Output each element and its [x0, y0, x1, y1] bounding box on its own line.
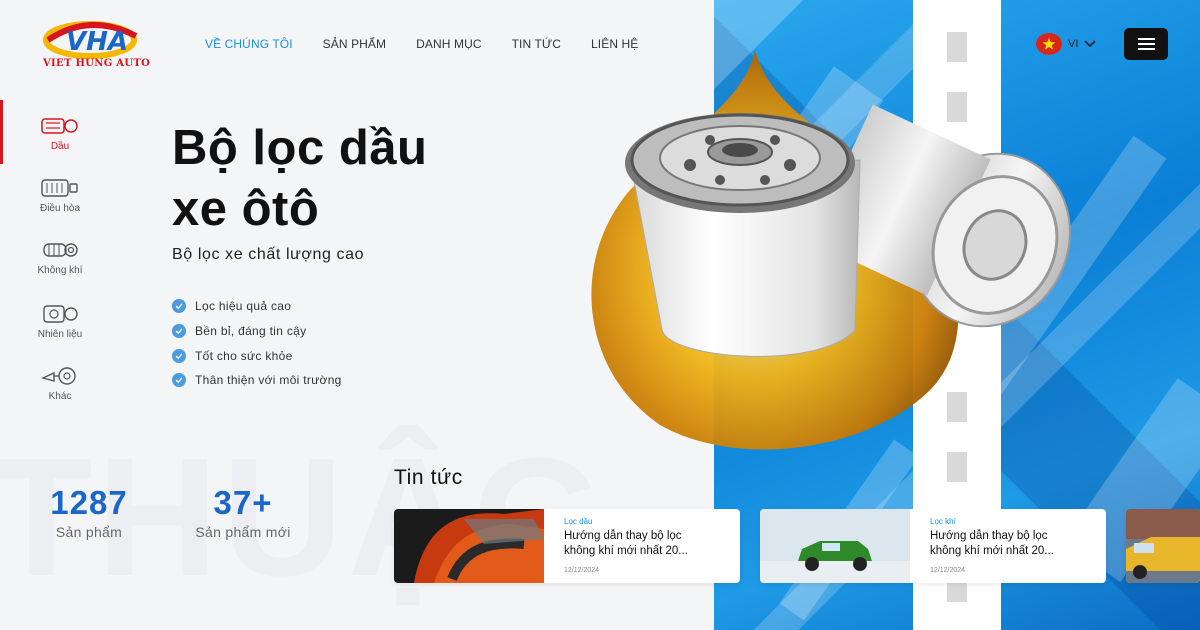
horn-icon: [40, 367, 76, 385]
stat-caption: Sản phẩm: [55, 524, 123, 540]
news-thumbnail: [394, 509, 544, 583]
category-fuel[interactable]: Nhiên liệu: [20, 302, 100, 340]
stat-new-products: 37+ Sản phẩm mới: [186, 484, 300, 540]
stat-caption: Sản phẩm mới: [195, 524, 291, 540]
nav-news[interactable]: TIN TỨC: [512, 37, 561, 51]
category-air[interactable]: Không khí: [20, 238, 100, 276]
hero-title: Bộ lọc dầu xe ôtô: [172, 118, 427, 240]
nav-about[interactable]: VỀ CHÚNG TÔI: [205, 37, 293, 51]
air-filter-icon: [43, 243, 78, 257]
category-active-indicator: [0, 100, 3, 164]
news-card[interactable]: Lọc dầu Hướng dẫn thay bộ lọc không khí …: [394, 509, 740, 583]
stat-products: 1287 Sản phẩm: [38, 484, 140, 540]
hero-title-line: Bộ lọc dầu: [172, 121, 428, 175]
feature-text: Bền bỉ, đáng tin cậy: [195, 324, 307, 339]
category-label: Khác: [48, 391, 72, 402]
nav-categories[interactable]: DANH MỤC: [416, 37, 481, 51]
check-circle-icon: [172, 373, 186, 388]
nav-products[interactable]: SẢN PHẨM: [323, 37, 386, 51]
feature-item: Lọc hiệu quả cao: [172, 294, 342, 319]
category-label: Dầu: [50, 141, 70, 152]
stat-value: 1287: [50, 484, 128, 521]
category-air-conditioning[interactable]: Điều hòa: [20, 176, 100, 214]
news-card[interactable]: Lọc khí Hướng dẫn thay bộ lọc không khí …: [760, 509, 1106, 583]
news-date: 12/12/2024: [930, 567, 966, 574]
feature-item: Bền bỉ, đáng tin cậy: [172, 319, 342, 344]
category-label: Nhiên liệu: [37, 329, 83, 340]
news-headline-line: Hướng dẫn thay bộ lọc: [930, 530, 1048, 542]
news-headline-line: không khí mới nhất 20...: [564, 545, 688, 557]
feature-list: Lọc hiệu quả cao Bền bỉ, đáng tin cậy Tố…: [172, 294, 342, 393]
news-headline[interactable]: Hướng dẫn thay bộ lọc không khí mới nhất…: [564, 529, 724, 559]
hero-title-line: xe ôtô: [172, 182, 320, 236]
news-thumbnail: [760, 509, 910, 583]
news-headline-line: không khí mới nhất 20...: [930, 545, 1054, 557]
feature-text: Thân thiện với môi trường: [195, 373, 342, 388]
check-circle-icon: [172, 348, 186, 363]
logo-letters: VHA: [66, 27, 128, 57]
category-other[interactable]: Khác: [20, 364, 100, 402]
category-label: Không khí: [37, 265, 83, 276]
category-label: Điều hòa: [39, 203, 81, 214]
news-date: 12/12/2024: [564, 567, 600, 574]
category-oil[interactable]: Dầu: [20, 114, 100, 152]
fuel-pump-icon: [43, 305, 78, 323]
brand-name: VIET HUNG AUTO: [43, 58, 151, 69]
feature-item: Thân thiện với môi trường: [172, 368, 342, 393]
news-headline-line: Hướng dẫn thay bộ lọc: [564, 530, 682, 542]
hamburger-menu-button[interactable]: [1124, 28, 1168, 60]
feature-item: Tốt cho sức khỏe: [172, 343, 342, 368]
hero-subtitle: Bộ lọc xe chất lượng cao: [172, 246, 365, 263]
news-thumbnail: [1126, 509, 1200, 583]
news-headline[interactable]: Hướng dẫn thay bộ lọc không khí mới nhất…: [930, 529, 1090, 559]
news-heading: Tin tức: [394, 466, 463, 489]
news-tag[interactable]: Lọc khí: [930, 517, 956, 526]
feature-text: Lọc hiệu quả cao: [195, 299, 292, 314]
oil-filter-product-image: [591, 50, 1071, 450]
news-tag[interactable]: Lọc dầu: [564, 517, 592, 526]
stat-value: 37+: [213, 484, 273, 521]
news-card[interactable]: [1126, 509, 1200, 583]
oil-pump-icon: [41, 118, 78, 134]
check-circle-icon: [172, 324, 186, 339]
feature-text: Tốt cho sức khỏe: [195, 348, 293, 363]
check-circle-icon: [172, 299, 186, 314]
air-conditioner-icon: [41, 179, 78, 197]
